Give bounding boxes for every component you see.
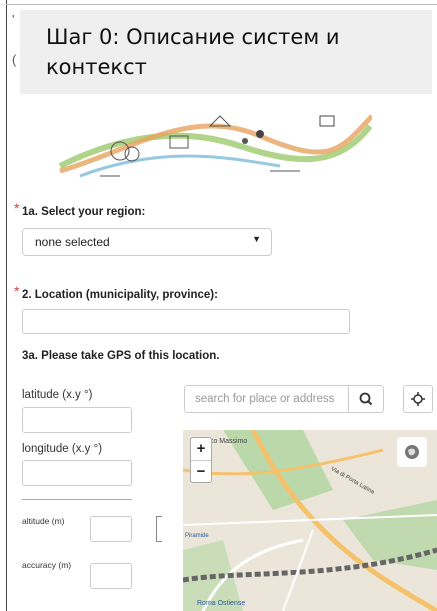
gps-label: 3a. Please take GPS of this location. <box>22 350 220 362</box>
banner-title: Шаг 0: Описание систем и контекст <box>46 25 340 79</box>
bracket-decoration <box>156 516 162 542</box>
search-placeholder: search for place or address <box>195 393 335 405</box>
caret-down-icon: ▼ <box>252 234 261 244</box>
accuracy-input[interactable] <box>90 563 132 589</box>
region-selected-value: none selected <box>35 235 110 249</box>
longitude-label: longitude (x.y °) <box>22 443 103 455</box>
step-banner: Шаг 0: Описание систем и контекст <box>20 10 432 94</box>
location-label: 2. Location (municipality, province): <box>22 289 218 301</box>
window-edge <box>6 0 7 611</box>
altitude-label: altitude (m) <box>22 516 65 526</box>
edge-glyph: ( <box>12 52 17 67</box>
zoom-in-button[interactable]: + <box>191 438 211 460</box>
region-select[interactable]: none selected ▼ <box>22 228 272 256</box>
longitude-input[interactable] <box>22 460 132 486</box>
required-mark: * <box>14 283 20 299</box>
altitude-input[interactable] <box>90 516 132 542</box>
window-top-edge <box>6 4 437 5</box>
map-search-input[interactable]: search for place or address <box>184 385 349 413</box>
landscape-illustration <box>58 114 372 178</box>
map-place-label: Roma Ostiense <box>197 600 246 607</box>
locate-button[interactable] <box>403 385 433 413</box>
locate-icon <box>411 392 425 406</box>
globe-button[interactable] <box>397 437 427 467</box>
region-label: 1a. Select your region: <box>22 206 146 218</box>
map-zoom-control: + − <box>190 437 212 483</box>
latitude-label: latitude (x.y °) <box>22 389 93 401</box>
accuracy-label: accuracy (m) <box>22 560 72 570</box>
zoom-out-button[interactable]: − <box>191 461 211 483</box>
divider <box>22 499 132 500</box>
latitude-input[interactable] <box>22 407 132 433</box>
search-icon <box>359 392 373 406</box>
map-place-label: Piramide <box>185 533 209 539</box>
map-search-button[interactable] <box>348 385 384 413</box>
edge-glyph: ' <box>12 12 15 27</box>
globe-icon <box>405 445 419 459</box>
location-input[interactable] <box>22 309 350 334</box>
required-mark: * <box>14 200 20 216</box>
